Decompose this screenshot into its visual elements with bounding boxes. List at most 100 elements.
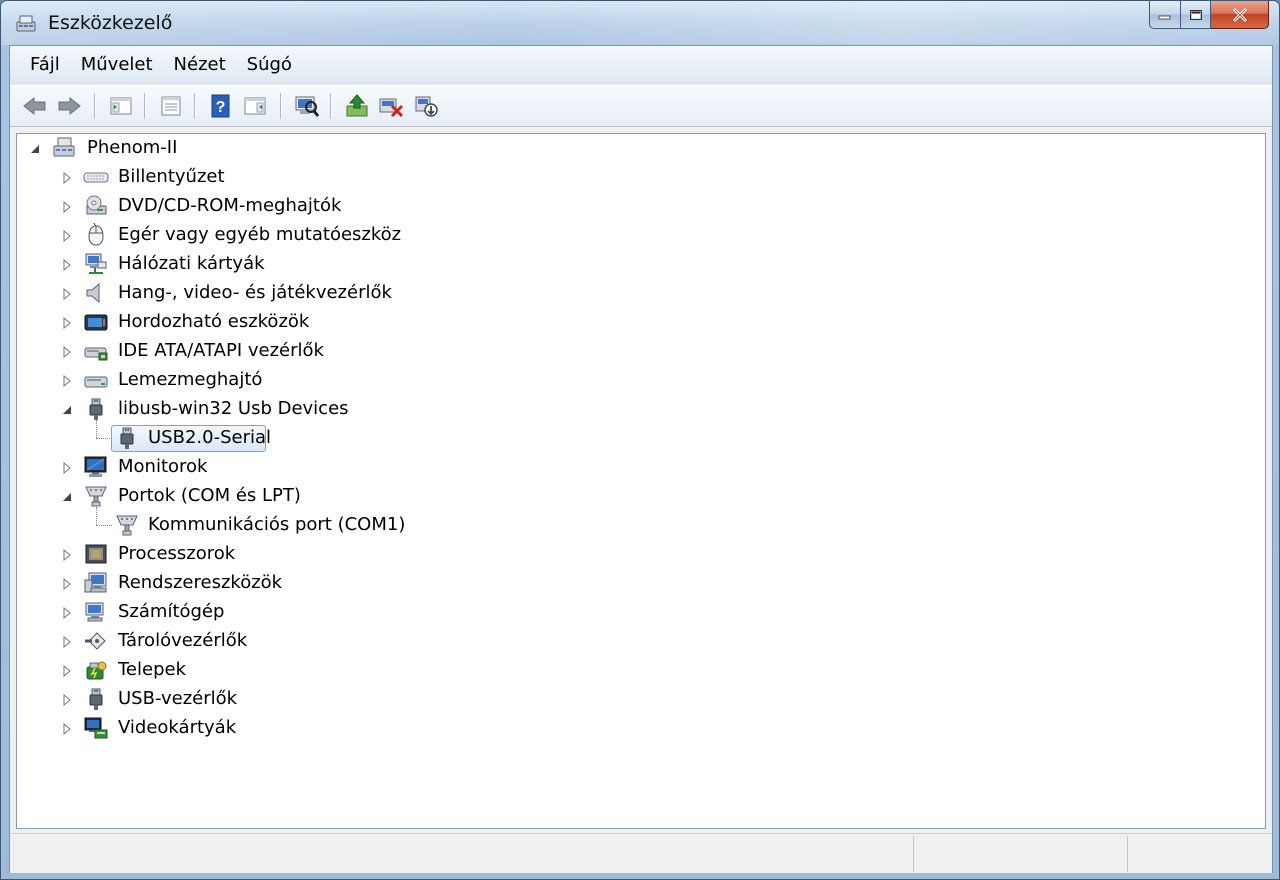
expander-expand[interactable] <box>61 549 73 561</box>
tree-item-label[interactable]: Tárolóvezérlők <box>118 630 247 651</box>
properties-button[interactable] <box>158 93 184 119</box>
port-connector-icon <box>85 486 107 507</box>
display-adapter-icon <box>84 717 108 739</box>
menu-file[interactable]: Fájl <box>22 54 73 75</box>
client-area: Fájl Művelet Nézet Súgó ? Phenom-II Bill… <box>9 45 1273 873</box>
tree-item-label[interactable]: Egér vagy egyéb mutatóeszköz <box>118 224 401 245</box>
maximize-icon <box>1189 9 1202 20</box>
update-driver-icon <box>346 94 368 117</box>
usb-plug-icon <box>89 688 103 710</box>
tree-item-label[interactable]: Hang-, video- és játékvezérlők <box>118 282 392 303</box>
expander-expand[interactable] <box>61 288 73 300</box>
uninstall-button[interactable] <box>378 93 404 119</box>
tree-item-label[interactable]: DVD/CD-ROM-meghajtók <box>118 195 341 216</box>
tree-root-label[interactable]: Phenom-II <box>87 137 177 158</box>
toolbar-separator <box>144 93 146 119</box>
expander-expand[interactable] <box>61 172 73 184</box>
menu-view[interactable]: Nézet <box>166 54 239 75</box>
tree-item-label[interactable]: Portok (COM és LPT) <box>118 485 301 506</box>
tree-item-label[interactable]: libusb-win32 Usb Devices <box>118 398 349 419</box>
tree-connector <box>96 438 112 439</box>
toolbar-separator <box>280 93 282 119</box>
show-action-pane-button[interactable] <box>242 93 268 119</box>
expander-expand[interactable] <box>61 462 73 474</box>
tree-item-label[interactable]: Processzorok <box>118 543 235 564</box>
caption-buttons <box>1149 1 1269 31</box>
show-hide-console-tree-button[interactable] <box>108 93 134 119</box>
expander-expand[interactable] <box>61 346 73 358</box>
back-button[interactable] <box>22 93 48 119</box>
expander-expand[interactable] <box>61 723 73 735</box>
action-pane-icon <box>244 97 266 115</box>
back-icon <box>23 96 46 116</box>
tree-item-label[interactable]: USB-vezérlők <box>118 688 237 709</box>
forward-button[interactable] <box>56 93 82 119</box>
expander-expand[interactable] <box>61 201 73 213</box>
expander-expand[interactable] <box>61 607 73 619</box>
tree-item-label[interactable]: Hordozható eszközök <box>118 311 309 332</box>
menu-action[interactable]: Művelet <box>73 54 166 75</box>
expander-expand[interactable] <box>61 317 73 329</box>
tree-item-label[interactable]: IDE ATA/ATAPI vezérlők <box>118 340 324 361</box>
uninstall-icon <box>379 98 404 118</box>
toolbar: ? <box>10 85 1272 127</box>
usb-plug-icon <box>120 427 134 449</box>
device-manager-window: Eszközkezelő Fájl Művelet Nézet Súgó ? P… <box>0 0 1280 880</box>
maximize-button[interactable] <box>1181 1 1211 29</box>
computer-icon <box>85 602 104 622</box>
expander-collapse[interactable] <box>61 404 73 416</box>
root-expander[interactable] <box>29 143 41 155</box>
expander-expand[interactable] <box>61 375 73 387</box>
storage-controller-icon <box>85 632 106 650</box>
expander-expand[interactable] <box>61 636 73 648</box>
tree-item-label[interactable]: Monitorok <box>118 456 207 477</box>
tree-child-label[interactable]: Kommunikációs port (COM1) <box>148 514 405 535</box>
tree-connector <box>96 420 97 438</box>
system-device-icon <box>84 572 107 593</box>
help-button[interactable]: ? <box>208 93 234 119</box>
mouse-icon <box>88 223 104 246</box>
expander-expand[interactable] <box>61 665 73 677</box>
minimize-button[interactable] <box>1149 1 1181 29</box>
help-icon: ? <box>211 94 230 118</box>
close-icon <box>1233 8 1246 21</box>
dvd-drive-icon <box>86 195 107 215</box>
tree-item-label[interactable]: Rendszereszközök <box>118 572 282 593</box>
device-tree[interactable]: Phenom-II Billentyűzet DVD/CD-ROM-meghajtó… <box>16 133 1266 829</box>
usb-plug-icon <box>89 398 103 420</box>
minimize-icon <box>1158 15 1171 19</box>
battery-icon <box>86 661 107 680</box>
tree-item-label[interactable]: Lemezmeghajtó <box>118 369 262 390</box>
portable-device-icon <box>84 314 108 331</box>
ide-controller-icon <box>84 347 108 361</box>
title-bar[interactable]: Eszközkezelő <box>1 1 1279 45</box>
tree-item-label[interactable]: Számítógép <box>118 601 224 622</box>
update-driver-button[interactable] <box>344 93 370 119</box>
computer-icon <box>53 137 75 157</box>
expander-expand[interactable] <box>61 259 73 271</box>
console-tree-icon <box>110 97 132 115</box>
speaker-icon <box>86 282 100 304</box>
scan-hardware-button[interactable] <box>294 93 320 119</box>
expander-collapse[interactable] <box>61 491 73 503</box>
forward-icon <box>58 96 81 116</box>
scan-hardware-icon <box>295 96 320 117</box>
disable-icon <box>415 96 438 117</box>
device-manager-app-icon <box>16 15 36 32</box>
tree-item-label[interactable]: Telepek <box>118 659 186 680</box>
tree-item-label[interactable]: Billentyűzet <box>118 166 225 187</box>
tree-item-label[interactable]: Hálózati kártyák <box>118 253 265 274</box>
network-adapter-icon <box>85 253 107 274</box>
tree-item-label[interactable]: Videokártyák <box>118 717 236 738</box>
close-button[interactable] <box>1211 1 1269 29</box>
expander-expand[interactable] <box>61 230 73 242</box>
menu-help[interactable]: Súgó <box>239 54 305 75</box>
tree-child-label[interactable]: USB2.0-Serial <box>148 427 271 448</box>
menu-bar: Fájl Művelet Nézet Súgó <box>10 46 1272 84</box>
properties-icon <box>161 96 181 116</box>
expander-expand[interactable] <box>61 578 73 590</box>
toolbar-separator <box>194 93 196 119</box>
status-panel-right <box>1127 836 1273 872</box>
expander-expand[interactable] <box>61 694 73 706</box>
disable-button[interactable] <box>414 93 440 119</box>
